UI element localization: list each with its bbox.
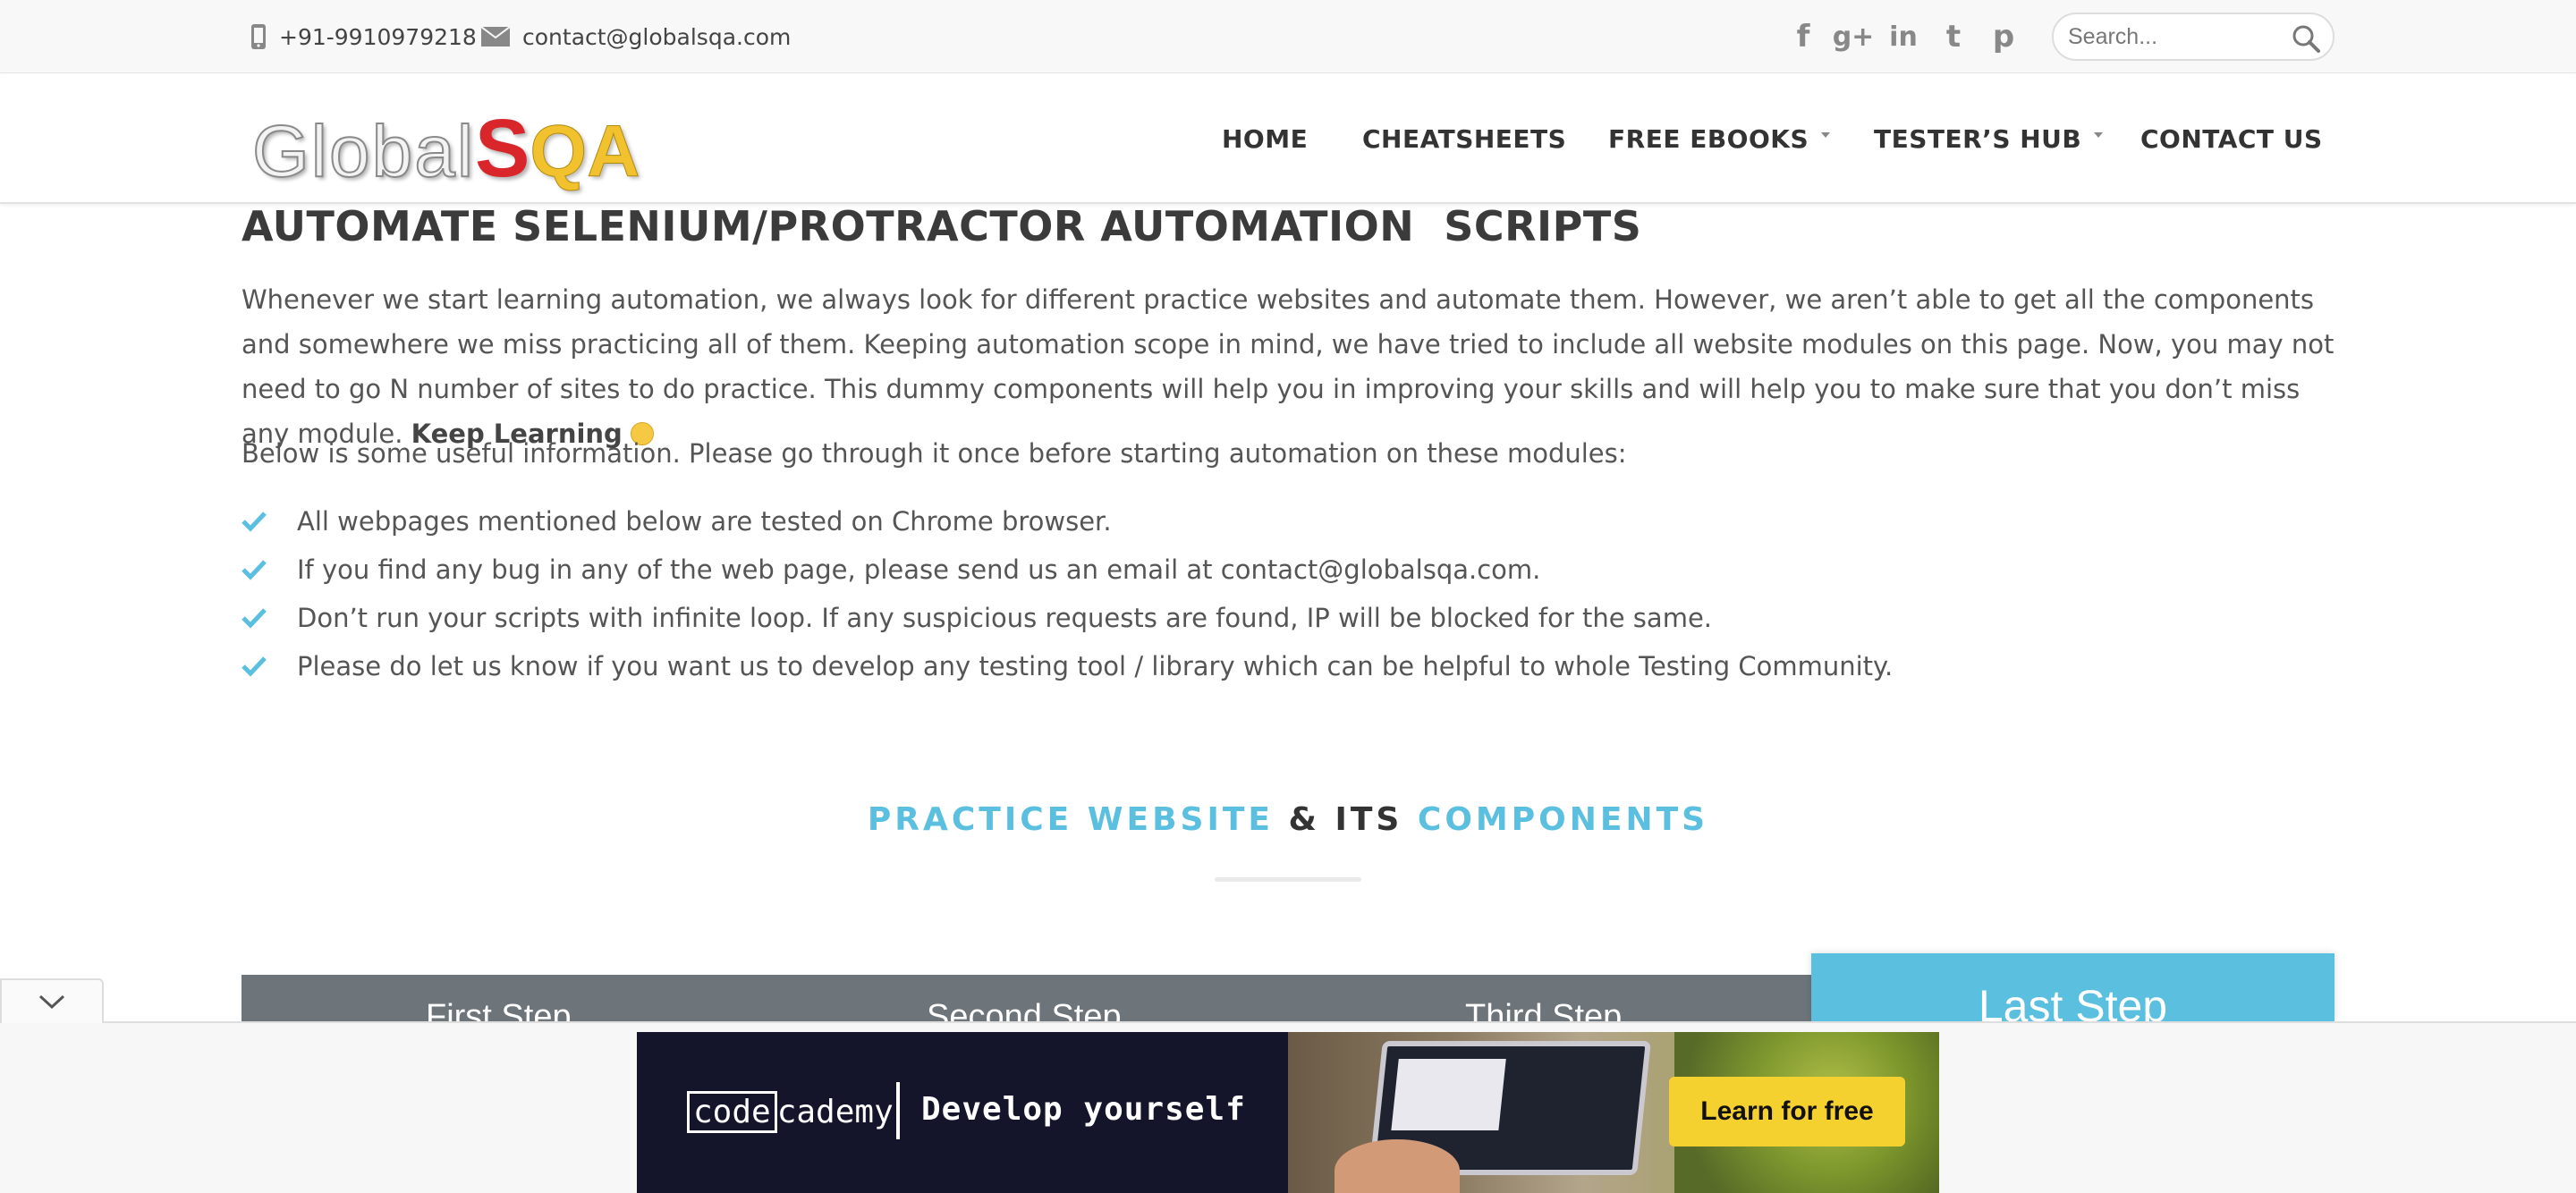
- ad-tagline: Develop yourself: [921, 1091, 1246, 1128]
- mobile-phone-icon: [251, 24, 266, 49]
- site-header: Global S QA HOME CHEATSHEETS FREE EBOOKS…: [0, 73, 2576, 204]
- facebook-icon[interactable]: f: [1778, 17, 1828, 56]
- section-title-part3: COMPONENTS: [1417, 801, 1709, 838]
- list-item: If you find any bug in any of the web pa…: [242, 546, 1893, 594]
- email-contact: contact@globalsqa.com: [481, 0, 791, 73]
- checkmark-icon: [242, 512, 267, 532]
- envelope-icon: [481, 27, 510, 47]
- twitter-icon[interactable]: t: [1928, 17, 1979, 56]
- nav-testers-hub[interactable]: TESTER’S HUB: [1874, 73, 2104, 204]
- nav-contact-us[interactable]: CONTACT US: [2140, 73, 2323, 204]
- section-title: PRACTICE WEBSITE & ITS COMPONENTS: [0, 801, 2576, 838]
- ad-separator: [896, 1082, 900, 1139]
- list-item: Please do let us know if you want us to …: [242, 642, 1893, 690]
- ad-brand-logo: code cademy: [687, 1091, 894, 1133]
- nav-home[interactable]: HOME: [1222, 73, 1308, 204]
- phone-number: +91-9910979218: [279, 23, 477, 50]
- info-checklist: All webpages mentioned below are tested …: [242, 497, 1893, 690]
- page-title: AUTOMATE SELENIUM/PROTRACTOR AUTOMATION …: [242, 202, 1642, 250]
- intro-paragraph: Whenever we start learning automation, w…: [242, 277, 2334, 456]
- section-title-part2: & ITS: [1288, 801, 1403, 838]
- top-bar: +91-9910979218 contact@globalsqa.com f g…: [0, 0, 2576, 73]
- search-input[interactable]: [2068, 23, 2283, 50]
- list-item-text: If you find any bug in any of the web pa…: [297, 554, 1541, 585]
- nav-free-ebooks[interactable]: FREE EBOOKS: [1608, 73, 1831, 204]
- section-divider: [1215, 877, 1361, 882]
- list-item-text: Please do let us know if you want us to …: [297, 651, 1894, 681]
- step-last[interactable]: Last Step: [1811, 953, 2334, 1031]
- search-icon[interactable]: [2292, 24, 2320, 53]
- nav-contact-us-label: CONTACT US: [2140, 123, 2323, 154]
- google-plus-icon[interactable]: g+: [1828, 17, 1878, 56]
- nav-home-label: HOME: [1222, 123, 1309, 154]
- logo-qa: QA: [530, 111, 640, 193]
- chevron-down-icon: [1821, 132, 1831, 138]
- codecademy-ad-banner[interactable]: code cademy Develop yourself Learn for fr…: [637, 1032, 1939, 1193]
- ad-collapse-toggle[interactable]: [0, 978, 104, 1023]
- steps-bar: First Step Second Step Third Step: [242, 975, 1814, 1036]
- pinterest-icon[interactable]: p: [1979, 17, 2029, 56]
- list-item: All webpages mentioned below are tested …: [242, 497, 1893, 546]
- email-address[interactable]: contact@globalsqa.com: [522, 24, 791, 50]
- site-logo[interactable]: Global S QA: [251, 102, 640, 194]
- phone-contact: +91-9910979218: [250, 0, 477, 73]
- logo-s: S: [475, 103, 530, 194]
- checkmark-icon: [242, 608, 267, 629]
- nav-cheatsheets[interactable]: CHEATSHEETS: [1362, 73, 1566, 204]
- logo-global: Global: [251, 110, 476, 193]
- checkmark-icon: [242, 560, 267, 580]
- search-box: [2052, 13, 2334, 61]
- nav-free-ebooks-label: FREE EBOOKS: [1608, 123, 1809, 154]
- section-title-part1: PRACTICE WEBSITE: [867, 801, 1274, 838]
- list-item-text: All webpages mentioned below are tested …: [297, 506, 1112, 537]
- social-links: f g+ in t p: [1778, 0, 2029, 73]
- laptop-screen: [1391, 1059, 1506, 1130]
- chevron-down-icon: [38, 994, 65, 1010]
- nav-cheatsheets-label: CHEATSHEETS: [1362, 123, 1567, 154]
- info-heading: Below is some useful information. Please…: [242, 438, 1627, 469]
- checkmark-icon: [242, 656, 267, 677]
- ad-brand-rest: cademy: [776, 1094, 894, 1130]
- chevron-down-icon: [2094, 132, 2104, 138]
- list-item-text: Don’t run your scripts with infinite loo…: [297, 603, 1713, 633]
- nav-testers-hub-label: TESTER’S HUB: [1874, 123, 2082, 154]
- step-last-label: Last Step: [1978, 981, 2168, 1031]
- list-item: Don’t run your scripts with infinite loo…: [242, 594, 1893, 642]
- ad-brand-code: code: [687, 1091, 777, 1133]
- linkedin-icon[interactable]: in: [1878, 17, 1928, 56]
- ad-cta-button[interactable]: Learn for free: [1669, 1077, 1905, 1146]
